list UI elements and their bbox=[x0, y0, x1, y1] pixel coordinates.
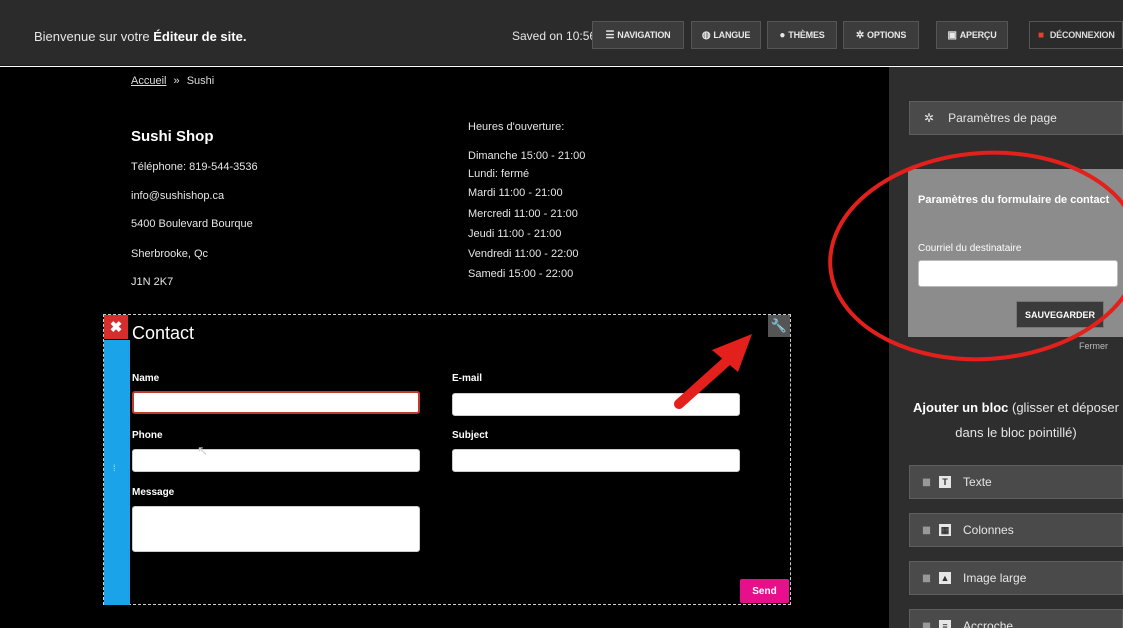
drop-icon: ● bbox=[779, 29, 786, 41]
close-panel-link[interactable]: Fermer bbox=[1079, 341, 1108, 351]
deconnexion-button[interactable]: ■ DÉCONNEXION bbox=[1029, 21, 1123, 49]
hook-icon: ≡ bbox=[939, 620, 952, 628]
apercu-button[interactable]: ▣ APERÇU bbox=[936, 21, 1008, 49]
page-canvas: Accueil » Sushi Sushi Shop Téléphone: 81… bbox=[0, 67, 889, 628]
annotation-arrow bbox=[674, 334, 752, 409]
save-settings-button[interactable]: SAUVEGARDER bbox=[1016, 301, 1104, 328]
add-block-heading: Ajouter un bloc bbox=[913, 400, 1009, 415]
image-icon: ▲ bbox=[939, 572, 952, 584]
langue-label: LANGUE bbox=[713, 30, 751, 40]
columns-icon: ▦ bbox=[939, 524, 952, 536]
page-settings-label: Paramètres de page bbox=[948, 111, 1057, 125]
editor-sidebar: ✲ Paramètres de page Paramètres du formu… bbox=[889, 67, 1123, 628]
logout-icon: ■ bbox=[1038, 29, 1044, 41]
gear-icon: ✲ bbox=[855, 29, 865, 41]
welcome-text: Bienvenue sur votre Éditeur de site. bbox=[34, 29, 246, 44]
menu-icon: ☰ bbox=[605, 29, 615, 41]
text-block-icon: T bbox=[939, 476, 952, 488]
gear-icon: ✲ bbox=[924, 111, 935, 125]
contact-form-settings-panel: Paramètres du formulaire de contact Cour… bbox=[908, 169, 1123, 337]
add-block-title: Ajouter un bloc (glisser et déposer dans… bbox=[909, 395, 1123, 445]
recipient-email-label: Courriel du destinataire bbox=[918, 243, 1022, 254]
grip-icon: ▮▮ bbox=[922, 620, 931, 628]
globe-icon: ◍ bbox=[701, 29, 711, 41]
navigation-label: NAVIGATION bbox=[617, 30, 671, 40]
block-item-accroche[interactable]: ▮▮ ≡ Accroche bbox=[909, 609, 1123, 628]
page-settings-button[interactable]: ✲ Paramètres de page bbox=[909, 101, 1123, 135]
block-item-label: Accroche bbox=[963, 619, 1014, 628]
welcome-prefix: Bienvenue sur votre bbox=[34, 29, 154, 44]
camera-icon: ▣ bbox=[947, 29, 957, 41]
form-settings-title: Paramètres du formulaire de contact bbox=[918, 194, 1110, 206]
block-item-label: Image large bbox=[963, 571, 1027, 585]
editor-toolbar: Bienvenue sur votre Éditeur de site. Sav… bbox=[0, 0, 1123, 66]
block-item-colonnes[interactable]: ▮▮ ▦ Colonnes bbox=[909, 513, 1123, 547]
options-button[interactable]: ✲ OPTIONS bbox=[843, 21, 919, 49]
langue-button[interactable]: ◍ LANGUE bbox=[691, 21, 761, 49]
deconnexion-label: DÉCONNEXION bbox=[1049, 30, 1115, 40]
block-item-texte[interactable]: ▮▮ T Texte bbox=[909, 465, 1123, 499]
recipient-email-input[interactable] bbox=[918, 260, 1118, 287]
grip-icon: ▮▮ bbox=[922, 572, 931, 584]
block-item-image-large[interactable]: ▮▮ ▲ Image large bbox=[909, 561, 1123, 595]
welcome-app-name: Éditeur de site. bbox=[153, 29, 247, 44]
block-item-label: Colonnes bbox=[963, 523, 1014, 537]
themes-button[interactable]: ● THÈMES bbox=[767, 21, 837, 49]
apercu-label: APERÇU bbox=[959, 30, 997, 40]
grip-icon: ▮▮ bbox=[922, 476, 931, 488]
grip-icon: ▮▮ bbox=[922, 524, 931, 536]
themes-label: THÈMES bbox=[788, 30, 825, 40]
options-label: OPTIONS bbox=[867, 30, 907, 40]
navigation-button[interactable]: ☰ NAVIGATION bbox=[592, 21, 684, 49]
block-item-label: Texte bbox=[963, 475, 992, 489]
